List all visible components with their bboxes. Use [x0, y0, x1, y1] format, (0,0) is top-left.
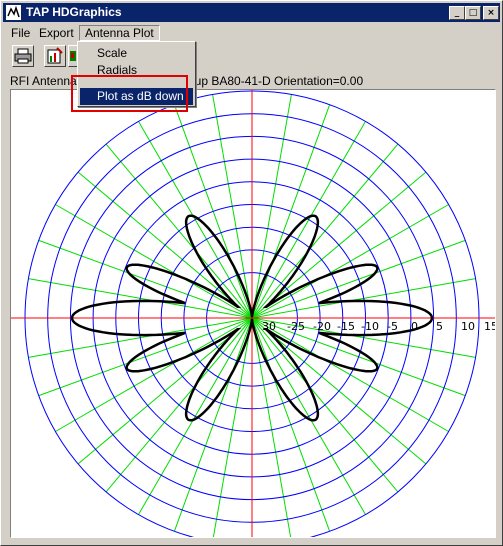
scale-label: 30: [262, 320, 276, 333]
scale-label: -5: [387, 320, 398, 333]
status-right: oup BA80-41-D Orientation=0.00: [188, 74, 364, 88]
plot-icon: [70, 51, 76, 61]
scale-label: -10: [361, 320, 379, 333]
scale-label: 10: [461, 320, 475, 333]
printer-icon: [14, 48, 32, 64]
scale-label: -25: [287, 320, 305, 333]
app-window: TAP HDGraphics _ □ × File Export Antenna…: [0, 0, 503, 546]
highlight-annotation: [71, 75, 188, 112]
chart-edit-icon: [47, 47, 63, 64]
polar-plot-area: 30 -25 -20 -15 -10 -5 0 5 10 15d: [10, 89, 503, 546]
scale-label: -20: [313, 320, 331, 333]
menu-export[interactable]: Export: [34, 25, 79, 41]
edit-chart-button[interactable]: [44, 45, 66, 67]
window-title: TAP HDGraphics: [26, 5, 122, 19]
polar-plot: 30 -25 -20 -15 -10 -5 0 5 10 15d: [11, 90, 503, 546]
app-icon: [6, 5, 21, 20]
scale-label: 0: [411, 320, 418, 333]
title-bar[interactable]: TAP HDGraphics _ □ ×: [3, 3, 500, 22]
close-button[interactable]: ×: [483, 6, 499, 20]
menu-bar: File Export Antenna Plot: [3, 24, 500, 42]
menu-file[interactable]: File: [6, 25, 35, 41]
scale-label: 5: [436, 320, 443, 333]
scale-label: -15: [337, 320, 355, 333]
menu-antenna-plot[interactable]: Antenna Plot: [79, 25, 160, 41]
menu-item-scale[interactable]: Scale: [80, 45, 193, 62]
scale-label: 15d: [484, 320, 495, 333]
maximize-button[interactable]: □: [465, 6, 481, 20]
print-button[interactable]: [12, 45, 34, 67]
minimize-button[interactable]: _: [449, 6, 465, 20]
